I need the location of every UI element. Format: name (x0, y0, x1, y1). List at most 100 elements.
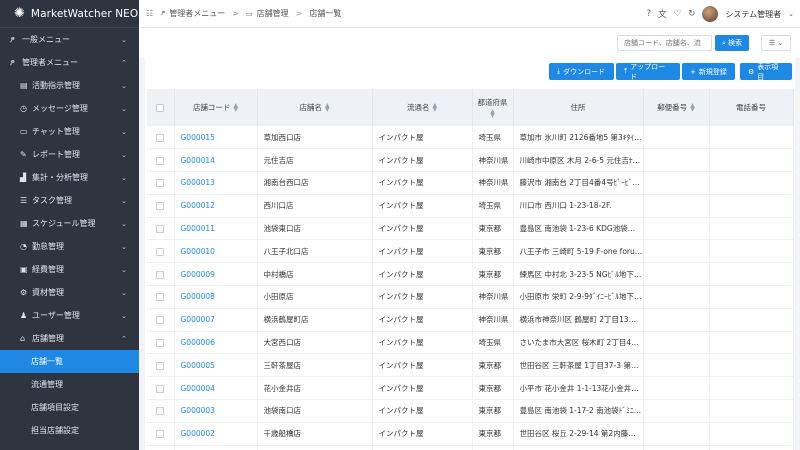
store-code-cell[interactable]: G000013 (174, 171, 258, 195)
sidebar-item[interactable]: ☰ タスク管理 ⌄ (0, 189, 139, 212)
store-code-cell[interactable]: G000007 (174, 308, 258, 332)
table-header-row: 店舗コード ▲ ▼ 店舗名 ▲ ▼ 流通名 ▲ ▼ 都道府県 ▲ ▼ 住所 郵便番号 ▲ ▼ 電話番… (147, 89, 794, 126)
table-row[interactable]: G000003 池袋南口店 インパクト屋 東京都 豊島区 南池袋 1-17-2 南池袋ﾄ… (147, 399, 794, 423)
view-toggle-button[interactable]: ☰ ⌄ (761, 35, 791, 51)
sidebar-item[interactable]: ፆ 一般メニュー ⌄ (0, 28, 139, 51)
sidebar-item[interactable]: ◷ メッセージ管理 ⌄ (0, 97, 139, 120)
upload-button[interactable]: ⤒ アップロード (616, 63, 680, 81)
store-code-cell[interactable]: G000001 (174, 445, 258, 450)
column-header-postal[interactable]: 郵便番号 ▲ ▼ (643, 89, 710, 126)
sidebar-item[interactable]: ▤ 活動指示管理 ⌄ (0, 74, 139, 97)
store-code-cell[interactable]: G000006 (174, 331, 258, 355)
store-code-cell[interactable]: G000003 (174, 399, 258, 423)
column-header-prefecture[interactable]: 都道府県 ▲ ▼ (472, 89, 514, 126)
row-checkbox[interactable] (156, 225, 165, 234)
sidebar-item[interactable]: ▣ 経費管理 ⌄ (0, 258, 139, 281)
store-code-cell[interactable]: G000010 (174, 239, 258, 264)
row-checkbox[interactable] (156, 247, 165, 256)
table-row[interactable]: G000015 草加西口店 インパクト屋 埼玉県 草加市 氷川町 2126番地5 第3ｷ… (147, 126, 794, 150)
table-row[interactable]: G000005 三軒茶屋店 インパクト屋 東京都 世田谷区 三軒茶屋 1丁目37-3 第… (147, 353, 794, 378)
sidebar-item[interactable]: 流通管理 (0, 373, 139, 396)
store-code-cell[interactable]: G000008 (174, 285, 258, 309)
sidebar-item[interactable]: ፆ 管理者メニュー ⌃ (0, 51, 139, 74)
address-cell: 藤沢市 湘南台 2丁目4番4号ﾋﾞｰﾋﾞﾙ… (513, 171, 644, 195)
sort-icon[interactable]: ▲ ▼ (432, 103, 437, 113)
search-button[interactable]: ⌕ 検索 (715, 35, 749, 51)
table-row[interactable]: G000012 西川口店 インパクト屋 埼玉県 川口市 西川口 1-23-18-2F. (147, 194, 794, 218)
row-checkbox[interactable] (156, 361, 165, 370)
sidebar-item[interactable]: ◔ 勤怠管理 ⌄ (0, 235, 139, 258)
display-columns-button[interactable]: ⚙ 表示項目 (740, 63, 792, 81)
store-code-cell[interactable]: G000015 (174, 126, 258, 150)
table-row[interactable]: G000014 元住吉店 インパクト屋 神奈川県 川崎市中原区 木月 2-6-5 元住吉… (147, 148, 794, 173)
row-checkbox[interactable] (156, 407, 165, 416)
breadcrumb-item-store[interactable]: 店舗管理 (257, 8, 289, 19)
brand[interactable]: ✺ MarketWatcher NEO (0, 0, 139, 28)
sidebar-item[interactable]: 店舗項目設定 (0, 396, 139, 419)
store-code-cell[interactable]: G000012 (174, 194, 258, 218)
table-row[interactable]: G000007 横浜鶴屋町店 インパクト屋 神奈川県 横浜市神奈川区 鶴屋町 2丁目13… (147, 308, 794, 332)
address-cell: 草加市 氷川町 2126番地5 第3ｷﾀｲｺｰ… (513, 126, 644, 150)
avatar[interactable] (702, 6, 719, 22)
store-code-cell[interactable]: G000009 (174, 262, 258, 287)
select-all-checkbox[interactable] (156, 104, 165, 112)
help-icon[interactable]: ? (647, 9, 652, 19)
table-row[interactable]: G000001浦和店インパクト屋埼玉県さいたま市浦和区 仲町 1丁目2-14… (147, 445, 794, 450)
breadcrumb-item-admin[interactable]: 管理者メニュー (169, 8, 225, 19)
column-header-distribution[interactable]: 流通名 ▲ ▼ (372, 89, 473, 126)
table-row[interactable]: G000013 湘南台西口店 インパクト屋 神奈川県 藤沢市 湘南台 2丁目4番4号ﾋﾞ… (147, 171, 794, 195)
column-label: 流通名 (406, 103, 430, 112)
sidebar-item[interactable]: ⌂ 店舗管理 ⌃ (0, 327, 139, 350)
translate-icon[interactable]: 文 (658, 8, 667, 20)
row-checkbox[interactable] (156, 316, 165, 325)
row-checkbox[interactable] (156, 270, 165, 279)
row-checkbox[interactable] (156, 179, 165, 188)
menu-toggle-icon[interactable]: ☷ (146, 9, 153, 18)
sidebar-item[interactable]: ▭ チャット管理 ⌄ (0, 120, 139, 143)
store-code-cell[interactable]: G000005 (174, 353, 258, 378)
new-register-button[interactable]: + 新規登録 (682, 63, 735, 80)
store-code-cell[interactable]: G000004 (174, 376, 258, 401)
sort-icon[interactable]: ▲ ▼ (690, 103, 695, 113)
search-input[interactable] (617, 35, 712, 51)
table-row[interactable]: G000011 池袋東口店 インパクト屋 東京都 豊島区 南池袋 1-23-6 KDG池… (147, 217, 794, 241)
column-header-store-code[interactable]: 店舗コード ▲ ▼ (174, 89, 258, 126)
user-name[interactable]: システム管理者 (725, 9, 781, 20)
column-header-store-name[interactable]: 店舗名 ▲ ▼ (257, 89, 373, 126)
sidebar-item[interactable]: ⚙ 資材管理 ⌄ (0, 281, 139, 304)
table-row[interactable]: G000010 八王子北口店 インパクト屋 東京都 八王子市 三崎町 5-19 F-on… (147, 239, 794, 264)
row-checkbox[interactable] (156, 293, 165, 302)
sidebar-item[interactable]: ▟ 集計・分析管理 ⌄ (0, 166, 139, 189)
sort-icon[interactable]: ▲ ▼ (233, 103, 238, 113)
chevron-down-icon[interactable]: ⌄ (788, 10, 794, 18)
row-checkbox[interactable] (156, 133, 165, 142)
download-button[interactable]: ⤓ ダウンロード (549, 63, 614, 80)
sort-icon[interactable]: ▲ ▼ (325, 103, 330, 113)
store-code-cell[interactable]: G000002 (174, 422, 258, 446)
row-checkbox[interactable] (156, 339, 165, 348)
download-label: ダウンロード (563, 67, 606, 76)
table-row[interactable]: G000008 小田原店 インパクト屋 神奈川県 小田原市 栄町 2-9-9ﾀﾞｲﾆｰﾋ… (147, 285, 794, 309)
column-header-phone[interactable]: 電話番号 (709, 89, 794, 126)
row-checkbox[interactable] (156, 430, 165, 439)
store-code-cell[interactable]: G000011 (174, 217, 258, 241)
refresh-icon[interactable]: ↻ (688, 9, 695, 19)
row-checkbox[interactable] (156, 156, 165, 165)
sidebar-item[interactable]: ✎ レポート管理 ⌄ (0, 143, 139, 166)
table-row[interactable]: G000009 中村橋店 インパクト屋 東京都 練馬区 中村北 3-23-5 NGﾋﾞﾙ… (147, 262, 794, 287)
table-row[interactable]: G000006 大宮西口店 インパクト屋 埼玉県 さいたま市大宮区 桜木町 2丁目4… (147, 331, 794, 355)
table-row[interactable]: G000004 花小金井店 インパクト屋 東京都 小平市 花小金井 1-1-13花小金井… (147, 376, 794, 401)
row-checkbox[interactable] (156, 384, 165, 393)
notification-icon[interactable]: ♡ (674, 9, 682, 19)
row-checkbox[interactable] (156, 202, 165, 211)
sidebar-item[interactable]: ♟ ユーザー管理 ⌄ (0, 304, 139, 327)
store-code-cell[interactable]: G000014 (174, 148, 258, 173)
gear-icon: ⚙ (748, 67, 755, 76)
sidebar-item[interactable]: ▦ スケジュール管理 ⌄ (0, 212, 139, 235)
sidebar-item[interactable]: 店舗一覧 (0, 350, 139, 373)
sidebar-item[interactable]: 担当店舗設定 (0, 419, 139, 442)
table-row[interactable]: G000002 千歳船橋店 インパクト屋 東京都 世田谷区 桜丘 2-29-14 第2内… (147, 422, 794, 446)
prefecture-cell: 東京都 (472, 239, 514, 264)
sort-icon[interactable]: ▲ ▼ (490, 109, 495, 119)
column-header-address[interactable]: 住所 (513, 89, 644, 126)
